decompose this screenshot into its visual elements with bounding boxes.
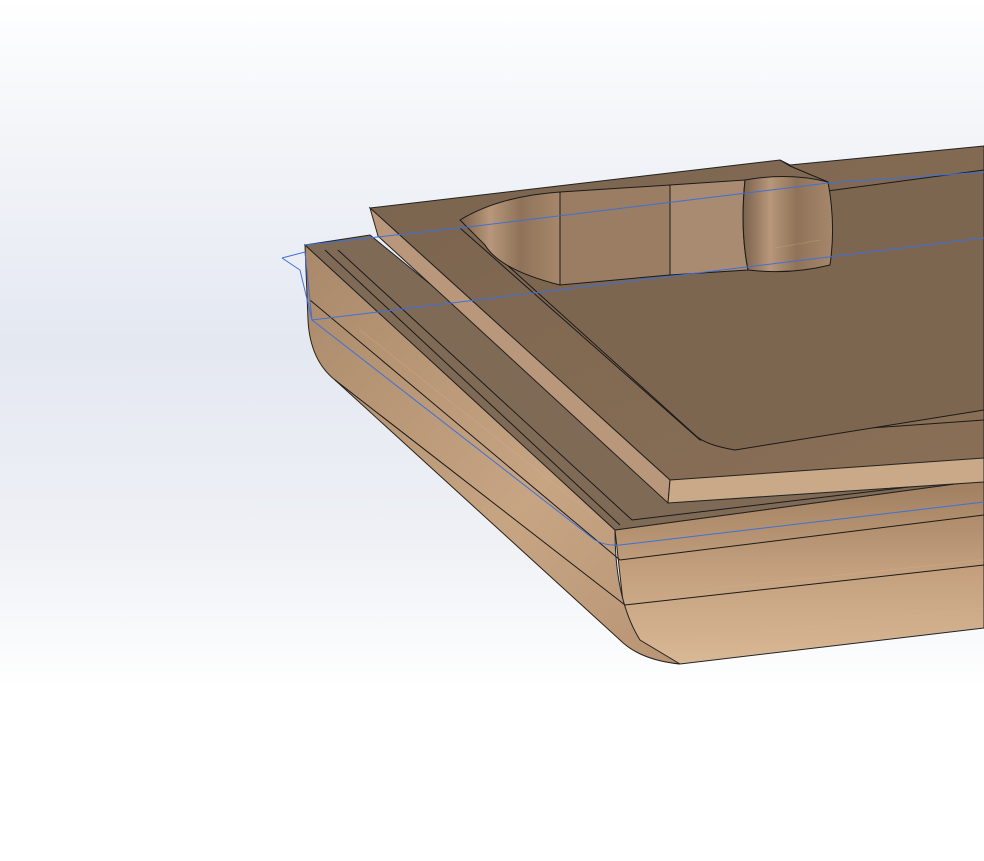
model-view[interactable] [0,0,984,861]
graphics-viewport[interactable] [0,0,984,861]
